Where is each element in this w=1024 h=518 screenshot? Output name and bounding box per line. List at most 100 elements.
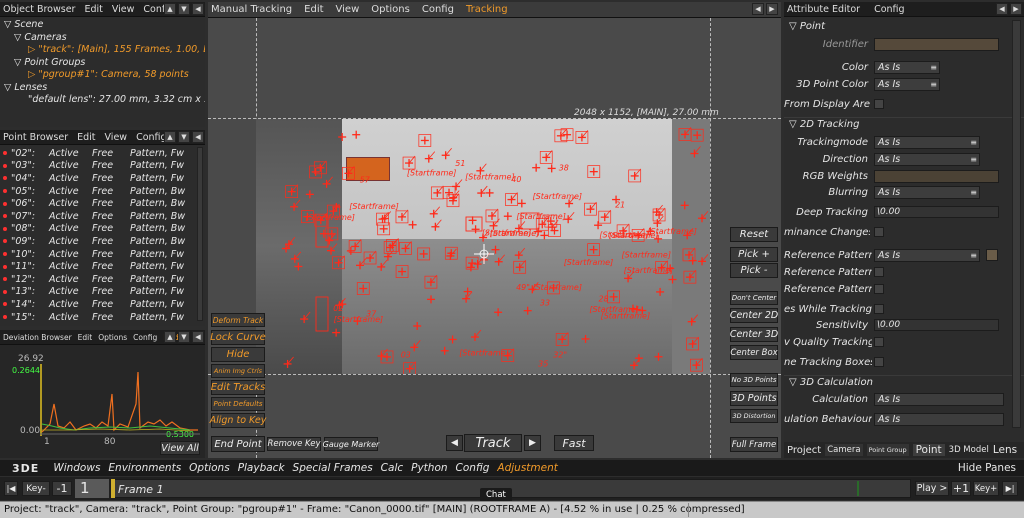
list-item[interactable]: "12": Active Free Pattern, Fw: [0, 273, 196, 286]
arrow-down-icon[interactable]: ▼: [178, 3, 190, 15]
tracking-marker[interactable]: [408, 220, 417, 229]
tracking-marker[interactable]: [491, 245, 500, 254]
track-backward-button[interactable]: ◀: [446, 435, 463, 451]
hide-panes-button[interactable]: Hide Panes: [958, 462, 1016, 474]
list-item[interactable]: "11": Active Free Pattern, Fw: [0, 260, 196, 273]
anim-img-ctrls-button[interactable]: Anim Img Ctrls: [211, 364, 265, 378]
menu-playback[interactable]: Playback: [238, 462, 285, 474]
tree-lens-item[interactable]: "default lens": 27.00 mm, 3.32 cm x 1.87: [4, 94, 205, 107]
tracking-marker[interactable]: [300, 311, 311, 324]
tracking-marker[interactable]: [690, 128, 704, 142]
tracking-marker[interactable]: [594, 221, 603, 230]
center-box-button[interactable]: Center Box: [730, 345, 778, 360]
lock-curve-button[interactable]: Lock Curve: [210, 330, 266, 345]
tracking-marker[interactable]: [356, 282, 370, 295]
chat-tooltip[interactable]: Chat: [480, 488, 512, 502]
tracking-marker[interactable]: [517, 199, 526, 208]
tracking-boxes-checkbox[interactable]: [874, 357, 884, 367]
tracking-marker[interactable]: [448, 335, 457, 344]
arrow-left-icon[interactable]: ◀: [192, 3, 204, 15]
tracking-marker[interactable]: [418, 134, 432, 147]
pick-minus-button[interactable]: Pick -: [730, 263, 778, 278]
object-browser-view-menu[interactable]: View: [112, 4, 135, 15]
tracking-marker[interactable]: [698, 210, 709, 223]
tree-pgroup-item[interactable]: ▷ "pgroup#1": Camera, 58 points: [4, 69, 205, 82]
tracking-marker[interactable]: [413, 321, 422, 330]
tracking-marker[interactable]: [656, 287, 665, 296]
tracking-marker[interactable]: [441, 147, 452, 160]
list-item[interactable]: "03": Active Free Pattern, Fw: [0, 160, 196, 173]
tracking-marker[interactable]: [607, 290, 620, 304]
calculation-dropdown[interactable]: As Is: [874, 392, 1004, 406]
tracking-marker[interactable]: [470, 329, 482, 342]
tracking-marker[interactable]: [555, 332, 569, 346]
tracking-marker[interactable]: [505, 192, 518, 206]
tracking-marker[interactable]: [523, 306, 532, 315]
center-3d-button[interactable]: Center 3D: [730, 327, 778, 342]
tracking-marker[interactable]: [377, 222, 391, 236]
3d-points-button[interactable]: 3D Points: [730, 391, 778, 406]
reset-button[interactable]: Reset: [730, 227, 778, 242]
arrow-left-icon[interactable]: ◀: [192, 131, 204, 143]
tracking-marker[interactable]: [514, 247, 526, 260]
tracking-marker[interactable]: [587, 165, 601, 178]
2d-tracking-section-header[interactable]: ▽ 2D Tracking: [784, 117, 1024, 131]
viewport-edit-menu[interactable]: Edit: [304, 4, 323, 15]
tracking-marker[interactable]: [463, 287, 472, 296]
tracking-marker[interactable]: [575, 130, 589, 144]
gauge-marker-button[interactable]: Gauge Marker: [323, 437, 379, 451]
align-to-key-button[interactable]: Align to Key: [210, 413, 266, 428]
tracking-marker[interactable]: [395, 209, 409, 224]
view-all-button[interactable]: View All: [160, 441, 200, 455]
behaviour-dropdown[interactable]: As Is: [874, 412, 1004, 426]
luminance-changes-checkbox[interactable]: [874, 227, 884, 237]
tracking-marker[interactable]: [598, 209, 612, 224]
tracking-marker[interactable]: [352, 130, 361, 139]
point-browser-edit-menu[interactable]: Edit: [77, 132, 95, 143]
tracking-marker[interactable]: [654, 352, 663, 361]
list-item[interactable]: "10": Active Free Pattern, Fw: [0, 248, 196, 261]
tracking-marker[interactable]: [678, 127, 692, 141]
point-browser-view-menu[interactable]: View: [105, 132, 128, 143]
menu-special-frames[interactable]: Special Frames: [293, 462, 373, 474]
tracking-marker[interactable]: [322, 176, 333, 188]
dont-center-button[interactable]: Don't Center: [730, 291, 778, 305]
tracking-marker[interactable]: [410, 340, 421, 352]
tracking-marker[interactable]: [424, 274, 438, 289]
tracking-marker[interactable]: [403, 361, 417, 374]
list-item[interactable]: "04": Active Free Pattern, Fw: [0, 172, 196, 185]
menu-python[interactable]: Python: [411, 462, 447, 474]
tab-project[interactable]: Project: [787, 445, 821, 456]
timeline-end-button[interactable]: ▶|: [1002, 481, 1018, 496]
reference-pattern-checkbox-2[interactable]: [874, 267, 884, 277]
tab-point-group[interactable]: Point Group: [866, 444, 909, 456]
trackingmode-dropdown[interactable]: As Is ≡: [874, 135, 980, 149]
tracking-marker[interactable]: [290, 199, 301, 211]
arrow-down-icon[interactable]: ▼: [178, 131, 190, 143]
arrow-left-icon[interactable]: ◀: [996, 3, 1008, 15]
list-item[interactable]: "06": Active Free Pattern, Bw: [0, 197, 196, 210]
menu-adjustment[interactable]: Adjustment: [497, 462, 557, 474]
tracking-marker[interactable]: [282, 241, 293, 253]
tab-lens[interactable]: Lens: [993, 444, 1017, 456]
tracking-marker[interactable]: [326, 243, 338, 255]
while-tracking-checkbox[interactable]: [874, 304, 884, 314]
list-item[interactable]: "09": Active Free Pattern, Bw: [0, 235, 196, 248]
timeline-start-button[interactable]: |◀: [4, 481, 18, 496]
deviation-graph[interactable]: [40, 364, 200, 438]
tracking-marker[interactable]: [290, 251, 302, 263]
frame-number-field[interactable]: 1: [75, 479, 109, 498]
tracking-marker[interactable]: [444, 246, 458, 260]
tracking-marker[interactable]: [346, 246, 355, 255]
sensitivity-slider[interactable]: \ 0.00: [874, 319, 999, 331]
list-item[interactable]: "14": Active Free Pattern, Fw: [0, 298, 196, 311]
attribute-editor-config-menu[interactable]: Config: [874, 4, 904, 15]
remove-key-button[interactable]: Remove Key: [267, 437, 321, 451]
tracking-marker[interactable]: [581, 334, 590, 343]
viewport-tracking-menu[interactable]: Tracking: [466, 4, 508, 15]
tracking-marker[interactable]: [395, 265, 409, 278]
tracking-marker[interactable]: [494, 308, 503, 317]
tracking-marker[interactable]: [338, 132, 347, 141]
tracking-marker[interactable]: [503, 212, 512, 221]
tracking-marker[interactable]: [584, 201, 597, 216]
